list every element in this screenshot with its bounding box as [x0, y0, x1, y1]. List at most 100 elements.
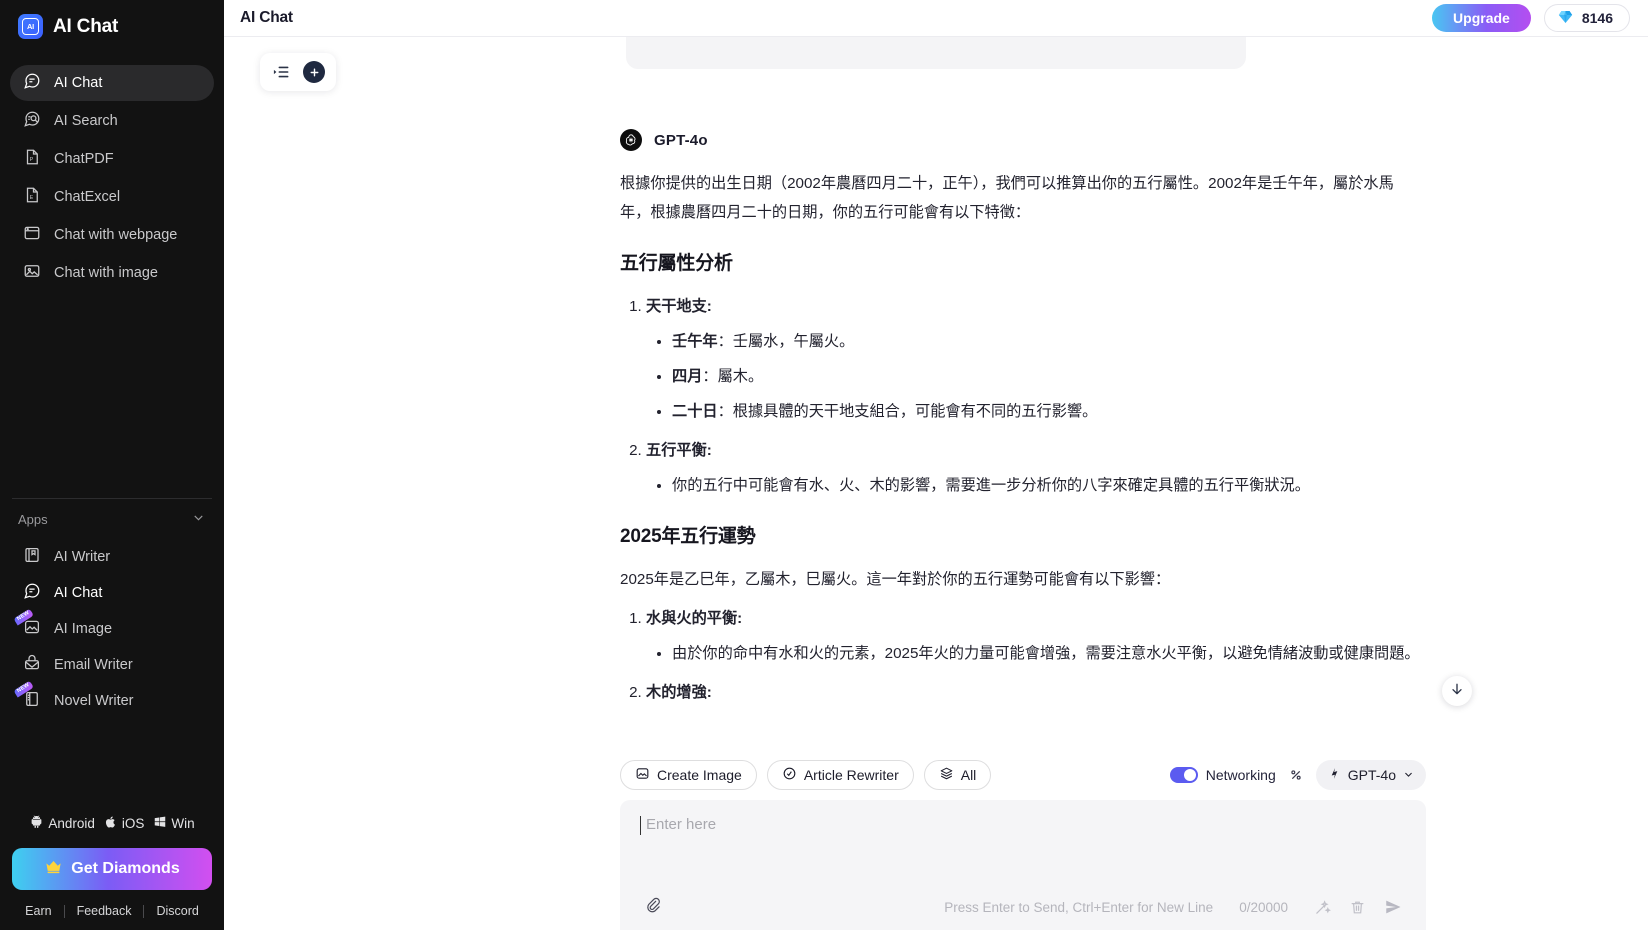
sub-list: 你的五行中可能會有水、火、木的影響，需要進一步分析你的八字來確定具體的五行平衡狀…	[672, 471, 1420, 500]
app-root: AI AI Chat AI Chat AI Search P ChatPDF E…	[0, 0, 1648, 930]
rewrite-icon	[782, 766, 797, 784]
paragraph-1: 根據你提供的出生日期（2002年農曆四月二十，正午），我們可以推算出你的五行屬性…	[620, 175, 1394, 221]
trash-icon[interactable]	[1349, 899, 1366, 916]
sidebar-item-chat-with-webpage[interactable]: Chat with webpage	[10, 217, 214, 253]
platform-label: Android	[48, 815, 95, 831]
apps-list: AI Writer AI Chat NEW AI Image Email Wri…	[0, 539, 224, 719]
apple-icon	[104, 815, 118, 832]
sidebar-item-chatexcel[interactable]: E ChatExcel	[10, 179, 214, 215]
app-item-email-writer[interactable]: Email Writer	[10, 647, 214, 683]
composer-right-controls: Networking GPT-4o	[1169, 760, 1426, 790]
magic-wand-icon[interactable]	[1314, 899, 1331, 916]
link-discord[interactable]: Discord	[144, 904, 210, 918]
svg-text:E: E	[30, 195, 34, 201]
networking-toggle[interactable]: Networking	[1169, 767, 1276, 783]
sidebar-item-chat-with-image[interactable]: Chat with image	[10, 255, 214, 291]
apps-section-title: Apps	[18, 511, 48, 527]
platform-links: Android iOS Win	[12, 814, 212, 832]
percent-icon[interactable]	[1288, 767, 1304, 783]
app-item-ai-image[interactable]: NEW AI Image	[10, 608, 214, 647]
primary-nav: AI Chat AI Search P ChatPDF E ChatExcel …	[0, 65, 224, 293]
toggle-switch[interactable]	[1169, 767, 1198, 783]
editor-action-icons	[1314, 898, 1402, 916]
app-item-label: Novel Writer	[54, 693, 134, 709]
message-input-area[interactable]: Enter here Press Enter to Send, Ctrl+Ent…	[620, 800, 1426, 930]
list-item: 水與火的平衡: 由於你的命中有水和火的元素，2025年火的力量可能會增強，需要注…	[646, 604, 1420, 668]
app-item-label: AI Chat	[54, 585, 103, 601]
platform-android[interactable]: Android	[29, 814, 95, 832]
chip-article-rewriter[interactable]: Article Rewriter	[766, 760, 914, 790]
chip-all[interactable]: All	[923, 760, 992, 790]
topbar: AI Chat Upgrade 8146	[224, 0, 1648, 37]
diamond-balance[interactable]: 8146	[1543, 4, 1630, 32]
main-area: AI Chat Upgrade 8146 GPT-4o 根據你提供的出生日期（2…	[224, 0, 1648, 930]
bullet-text: ：根據具體的天干地支組合，可能會有不同的五行影響。	[717, 403, 1098, 420]
app-logo-icon: AI	[18, 14, 43, 39]
sidebar-item-chatpdf[interactable]: P ChatPDF	[10, 141, 214, 177]
sidebar-item-ai-search[interactable]: AI Search	[10, 103, 214, 139]
editor-bottom-bar: Press Enter to Send, Ctrl+Enter for New …	[644, 896, 1402, 918]
input-hint: Press Enter to Send, Ctrl+Enter for New …	[944, 899, 1214, 915]
chip-label: Article Rewriter	[803, 767, 899, 783]
ordered-list-2: 水與火的平衡: 由於你的命中有水和火的元素，2025年火的力量可能會增強，需要注…	[646, 604, 1420, 707]
new-chat-button[interactable]	[303, 61, 325, 83]
arrow-down-icon	[1449, 681, 1465, 702]
platform-win[interactable]: Win	[153, 815, 195, 832]
app-item-ai-chat[interactable]: AI Chat	[10, 575, 214, 611]
link-earn[interactable]: Earn	[13, 904, 63, 918]
excel-file-icon: E	[23, 186, 41, 208]
send-icon[interactable]	[1384, 898, 1402, 916]
bullet-bold: 四月	[672, 368, 703, 385]
get-diamonds-button[interactable]: Get Diamonds	[12, 848, 212, 890]
chat-bubble-icon	[23, 582, 41, 604]
brand-name: AI Chat	[53, 15, 119, 37]
sidebar: AI AI Chat AI Chat AI Search P ChatPDF E…	[0, 0, 224, 930]
get-diamonds-label: Get Diamonds	[71, 860, 180, 877]
search-doc-icon	[23, 110, 41, 132]
list-history-icon[interactable]	[271, 62, 291, 82]
assistant-message: GPT-4o 根據你提供的出生日期（2002年農曆四月二十，正午），我們可以推算…	[620, 129, 1420, 713]
chevron-down-icon[interactable]	[191, 510, 206, 528]
sidebar-item-label: AI Chat	[54, 75, 103, 91]
picture-icon	[23, 618, 41, 640]
scroll-to-bottom-button[interactable]	[1442, 676, 1472, 706]
app-item-ai-writer[interactable]: AI Writer	[10, 539, 214, 575]
platform-ios[interactable]: iOS	[104, 815, 145, 832]
page-title: AI Chat	[240, 9, 293, 26]
app-item-novel-writer[interactable]: NEW Novel Writer	[10, 680, 214, 719]
chat-content: GPT-4o 根據你提供的出生日期（2002年農曆四月二十，正午），我們可以推算…	[224, 37, 1648, 930]
diamond-count: 8146	[1581, 10, 1613, 26]
message-input[interactable]: Enter here	[640, 816, 1402, 835]
app-item-label: AI Image	[54, 621, 113, 637]
android-icon	[29, 814, 44, 832]
spark-icon	[1328, 767, 1341, 783]
paperclip-icon[interactable]	[644, 896, 661, 918]
list-item: 二十日：根據具體的天干地支組合，可能會有不同的五行影響。	[672, 397, 1420, 426]
list-item: 由於你的命中有水和火的元素，2025年火的力量可能會增強，需要注意水火平衡，以避…	[672, 639, 1420, 668]
list-item-title: 木的增強:	[646, 684, 712, 701]
layers-icon	[939, 766, 954, 784]
paragraph-2: 2025年是乙巳年，乙屬木，巳屬火。這一年對於你的五行運勢可能會有以下影響：	[620, 571, 1171, 588]
platform-label: iOS	[121, 815, 145, 831]
chip-label: Create Image	[657, 767, 742, 783]
upgrade-button[interactable]: Upgrade	[1432, 4, 1531, 32]
floating-toolbar	[260, 53, 336, 91]
heading-wuxing-analysis: 五行屬性分析	[620, 253, 733, 274]
chip-label: All	[960, 767, 977, 783]
list-item-title: 水與火的平衡:	[646, 610, 743, 627]
bullet-text: ：壬屬水，午屬火。	[717, 333, 855, 350]
chip-create-image[interactable]: Create Image	[620, 760, 757, 790]
sidebar-item-ai-chat[interactable]: AI Chat	[10, 65, 214, 101]
model-selector[interactable]: GPT-4o	[1315, 760, 1426, 790]
sidebar-item-label: Chat with image	[54, 265, 158, 281]
diamond-icon	[1557, 9, 1574, 28]
link-feedback[interactable]: Feedback	[65, 904, 144, 918]
list-item-title: 五行平衡:	[646, 442, 712, 459]
ordered-list-1: 天干地支: 壬午年：壬屬水，午屬火。 四月：屬木。 二十日：根據具體的天干地支組…	[646, 292, 1420, 500]
list-item: 木的增強:	[646, 678, 1420, 707]
bullet-text: 由於你的命中有水和火的元素，2025年火的力量可能會增強，需要注意水火平衡，以避…	[672, 645, 1420, 662]
brand[interactable]: AI AI Chat	[0, 0, 224, 53]
heading-2025-fortune: 2025年五行運勢	[620, 526, 756, 547]
apps-section-header[interactable]: Apps	[0, 499, 224, 539]
sidebar-item-label: ChatExcel	[54, 189, 121, 205]
